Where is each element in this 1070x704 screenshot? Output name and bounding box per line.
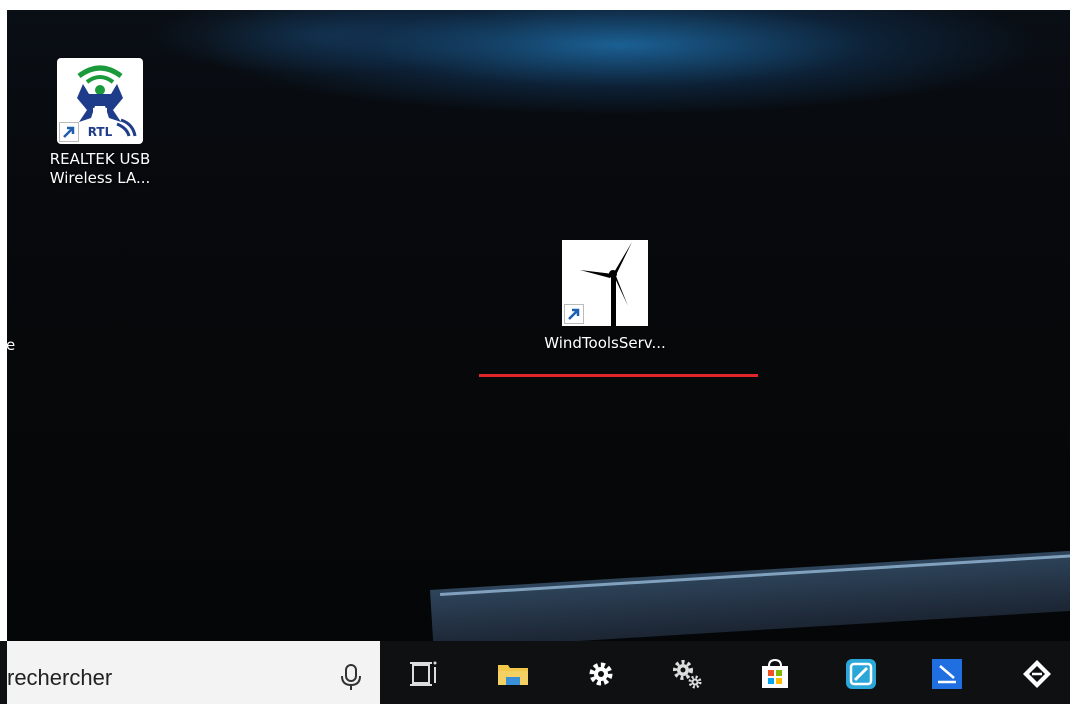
red-underline — [479, 374, 758, 377]
realtek-wifi-icon: RTL — [57, 58, 143, 144]
desktop-icon-label: WindToolsServ... — [544, 334, 666, 352]
app-icon[interactable] — [844, 657, 878, 691]
wind-turbine-icon — [562, 240, 648, 326]
file-explorer-icon[interactable] — [496, 657, 530, 691]
top-border — [0, 0, 1070, 10]
app-icon-3[interactable] — [1020, 657, 1054, 691]
desktop-icon-windtools[interactable]: WindToolsServ... — [510, 240, 700, 353]
search-input[interactable]: rechercher — [7, 665, 112, 691]
search-box[interactable]: rechercher — [7, 641, 380, 704]
shortcut-arrow-icon — [564, 304, 584, 324]
microphone-icon[interactable] — [339, 663, 363, 696]
settings-icon[interactable] — [584, 657, 618, 691]
app-icon-2[interactable] — [930, 657, 964, 691]
edge-label: e — [6, 336, 16, 354]
store-icon[interactable] — [758, 657, 792, 691]
desktop-icon-label: REALTEK USB — [49, 150, 151, 168]
task-view-icon[interactable] — [408, 657, 442, 691]
desktop-icon-label: Wireless LA... — [49, 169, 151, 187]
desktop-icon-realtek[interactable]: RTL REALTEK USB Wireless LA... — [30, 58, 170, 188]
shortcut-arrow-icon — [59, 122, 79, 142]
svg-text:RTL: RTL — [88, 125, 113, 139]
settings-gears-icon[interactable] — [670, 657, 704, 691]
